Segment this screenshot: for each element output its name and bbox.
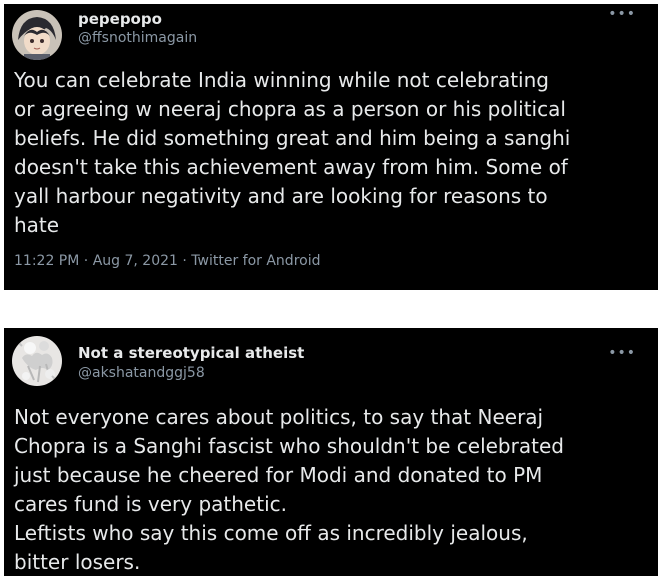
tweet-card[interactable]: Not a stereotypical atheist @akshatandgg… — [4, 328, 658, 576]
tweet-source[interactable]: Twitter for Android — [191, 253, 320, 269]
tweet-text-line: hate — [14, 213, 60, 237]
tweet-text: You can celebrate India winning while no… — [14, 66, 650, 240]
avatar[interactable] — [12, 336, 62, 386]
more-options-icon[interactable]: ••• — [608, 6, 636, 22]
avatar[interactable] — [12, 10, 62, 60]
tweet-text-line: bitter losers. — [14, 550, 141, 574]
tweet-text-line: yall harbour negativity and are looking … — [14, 184, 548, 208]
separator-dot: · — [182, 253, 192, 269]
separator-dot: · — [83, 253, 93, 269]
tweet-text-line: doesn't take this achievement away from … — [14, 155, 568, 179]
tweet-text-line: Chopra is a Sanghi fascist who shouldn't… — [14, 434, 564, 458]
username-handle[interactable]: @ffsnothimagain — [78, 30, 197, 46]
tweet-text-line: Leftists who say this come off as incred… — [14, 521, 528, 545]
tweet-text-line: beliefs. He did something great and him … — [14, 126, 571, 150]
tweet-card[interactable]: pepepopo @ffsnothimagain ••• You can cel… — [4, 4, 658, 290]
tweet-text-line: just because he cheered for Modi and don… — [14, 463, 543, 487]
tweet-text-line: Not everyone cares about politics, to sa… — [14, 405, 544, 429]
tweet-date[interactable]: Aug 7, 2021 — [93, 253, 178, 269]
tweet-metadata: 11:22 PM · Aug 7, 2021 · Twitter for And… — [14, 253, 320, 269]
tweet-text-line: or agreeing w neeraj chopra as a person … — [14, 97, 566, 121]
more-options-icon[interactable]: ••• — [608, 345, 636, 361]
tweet-text-line: cares fund is very pathetic. — [14, 492, 287, 516]
display-name[interactable]: Not a stereotypical atheist — [78, 344, 304, 362]
tweet-time[interactable]: 11:22 PM — [14, 253, 79, 269]
tweet-text: Not everyone cares about politics, to sa… — [14, 403, 650, 577]
username-handle[interactable]: @akshatandggj58 — [78, 365, 205, 381]
tweet-text-line: You can celebrate India winning while no… — [14, 68, 549, 92]
display-name[interactable]: pepepopo — [78, 10, 162, 28]
